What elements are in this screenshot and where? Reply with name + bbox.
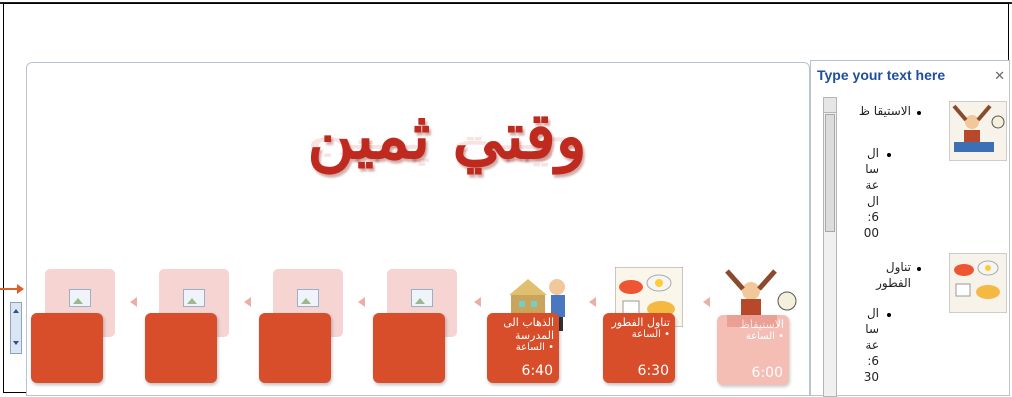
sub-line: سا: [865, 162, 879, 176]
text-pane-header: Type your text here: [817, 67, 946, 83]
bullet-icon: [917, 267, 921, 271]
close-icon[interactable]: ✕: [994, 69, 1005, 84]
bullet-icon: [917, 111, 921, 115]
text-pane-toggle[interactable]: [10, 302, 22, 354]
step-time: 6:40: [521, 363, 553, 379]
sub-line: ال: [866, 146, 879, 160]
step-time: 6:30: [637, 363, 669, 379]
sub-line: سا: [865, 322, 879, 336]
wakeup-thumbnail[interactable]: [949, 101, 1007, 161]
step-bullet: • الساعة: [515, 342, 554, 353]
sub-line: عة: [865, 338, 879, 352]
up-arrow-icon: [13, 309, 19, 313]
down-arrow-icon: [13, 341, 19, 345]
scroll-up-button[interactable]: [824, 98, 836, 113]
connector-arrow: [358, 297, 365, 307]
step-bullet: • الساعة: [745, 331, 784, 342]
sub-line: 6:: [867, 354, 879, 368]
connector-arrow: [130, 297, 137, 307]
bullet-icon: [887, 153, 891, 157]
text-pane: Type your text here ✕ الاستيقا ظ ال سا ع…: [810, 60, 1010, 397]
bullet-icon: [887, 313, 891, 317]
step-heading: الاستيقاظ: [739, 318, 784, 331]
step-heading: الذهاب الى المدرسة: [503, 316, 554, 342]
breakfast-thumbnail[interactable]: [949, 253, 1007, 313]
sub-line: عة: [865, 178, 879, 192]
picture-icon: [183, 289, 205, 307]
text-item-main[interactable]: تناول الفطور: [851, 259, 911, 291]
title-reflection: وقتي ثمين: [307, 137, 587, 176]
connector-arrow: [474, 297, 481, 307]
sub-line: 00: [863, 226, 879, 240]
step-heading: تناول الفطور: [611, 316, 670, 329]
step-bullet: • الساعة: [631, 329, 670, 340]
sub-line: ال: [866, 306, 879, 320]
step-box-5[interactable]: [259, 313, 331, 383]
callout-arrow: [0, 284, 24, 294]
step-time: 6:00: [751, 365, 783, 381]
step-box-7[interactable]: [31, 313, 103, 383]
step-box-6[interactable]: [145, 313, 217, 383]
text-pane-scrollbar[interactable]: [823, 97, 837, 397]
step-box-3[interactable]: الذهاب الى المدرسة • الساعة 6:40: [487, 313, 559, 383]
connector-arrow: [589, 297, 596, 307]
text-item-sub[interactable]: ال سا عة ال 6: 00: [851, 145, 879, 241]
text-item-main[interactable]: الاستيقا ظ: [851, 103, 911, 119]
sub-line: ال: [866, 194, 879, 208]
scroll-thumb[interactable]: [825, 114, 835, 232]
step-box-2[interactable]: تناول الفطور • الساعة 6:30: [603, 313, 675, 383]
picture-icon: [411, 289, 433, 307]
sub-line: 6:: [867, 210, 879, 224]
picture-icon: [69, 289, 91, 307]
text-item-sub[interactable]: ال سا عة 6: 30: [851, 305, 879, 385]
connector-arrow: [244, 297, 251, 307]
step-box-1[interactable]: الاستيقاظ • الساعة 6:00: [717, 315, 789, 385]
connector-arrow: [703, 297, 710, 307]
sub-line: 30: [863, 370, 879, 384]
step-box-4[interactable]: [373, 313, 445, 383]
smartart-canvas[interactable]: وقتي ثمين وقتي ثمين الاستيقاظ • الساعة 6…: [26, 62, 810, 396]
picture-icon: [297, 289, 319, 307]
